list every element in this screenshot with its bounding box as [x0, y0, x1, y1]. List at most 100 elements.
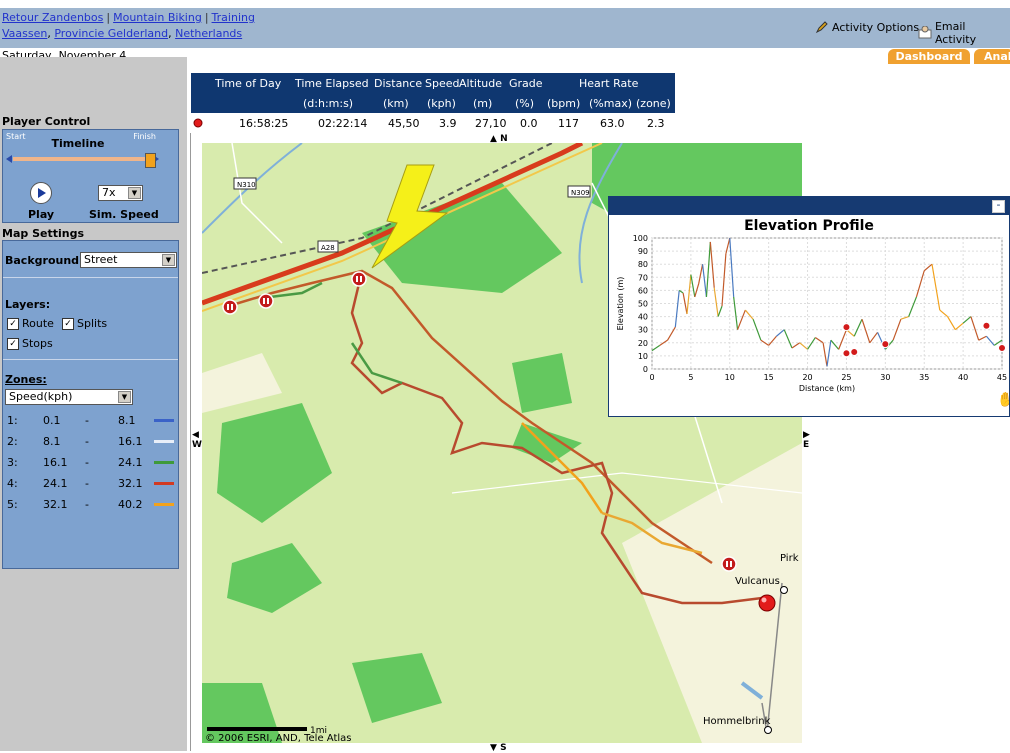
compass-east[interactable]: ▶ E — [803, 430, 810, 450]
chevron-down-icon: ▼ — [162, 254, 175, 266]
y-tick-label: 100 — [633, 234, 648, 243]
player-control-box: Start Finish Timeline 7x ▼ Play Sim. Spe… — [2, 129, 179, 223]
zone-number: 4: — [7, 477, 18, 490]
y-tick-label: 80 — [638, 260, 648, 269]
play-button[interactable] — [30, 182, 52, 204]
sim-speed-select[interactable]: 7x ▼ — [98, 185, 143, 201]
stat-unit-elapsed: (d:h:m:s) — [303, 97, 354, 110]
zone-number: 2: — [7, 435, 18, 448]
zone-row: 3: 16.1 - 24.1 — [7, 456, 177, 470]
crumb-route[interactable]: Retour Zandenbos — [2, 11, 103, 24]
stats-header: Time of Day Time Elapsed Distance Speed … — [191, 73, 675, 113]
layer-stops-label: Stops — [22, 337, 53, 350]
stop-marker-point — [881, 340, 890, 349]
crumb-category[interactable]: Training — [212, 11, 255, 24]
y-tick-label: 10 — [638, 352, 648, 361]
x-tick-label: 10 — [725, 373, 735, 382]
x-tick-label: 20 — [802, 373, 812, 382]
forest-area — [512, 353, 572, 413]
timeline-slider[interactable] — [6, 150, 159, 168]
layer-route[interactable]: ✓ Route — [7, 317, 54, 330]
zones-metric-value: Speed(kph) — [9, 390, 73, 403]
road-label-n309: N309 — [571, 189, 590, 197]
zone-high: 32.1 — [118, 477, 143, 490]
stat-unit-zone: (zone) — [636, 97, 671, 110]
record-indicator-icon — [193, 118, 203, 131]
elevation-profile-window[interactable]: - Elevation Profile 0 10 20 30 40 50 60 70 80 90 1… — [608, 196, 1010, 417]
checkbox-splits[interactable]: ✓ — [62, 318, 74, 330]
stat-unit-altitude: (m) — [473, 97, 493, 110]
x-tick-label: 25 — [841, 373, 851, 382]
stat-grade: 0.0 — [520, 117, 538, 130]
layer-route-label: Route — [22, 317, 54, 330]
stat-bpm: 117 — [558, 117, 579, 130]
road-label-n310: N310 — [237, 181, 256, 189]
y-tick-label: 0 — [643, 365, 648, 374]
map-copyright: © 2006 ESRI, AND, Tele Atlas — [205, 733, 351, 743]
crumb-sport[interactable]: Mountain Biking — [113, 11, 202, 24]
tab-analysis[interactable]: Anal — [974, 49, 1010, 64]
compass-south[interactable]: ▼ S — [490, 743, 507, 753]
stat-speed: 3.9 — [439, 117, 457, 130]
zone-color-swatch — [154, 503, 174, 506]
stop-marker-point — [842, 349, 851, 358]
y-tick-label: 20 — [638, 339, 648, 348]
tab-dashboard[interactable]: Dashboard — [888, 49, 970, 64]
crumb-city[interactable]: Vaassen — [2, 27, 47, 40]
stop-marker[interactable] — [222, 299, 238, 315]
stat-time-of-day: 16:58:25 — [239, 117, 289, 130]
y-tick-label: 50 — [638, 300, 648, 309]
stat-unit-speed: (kph) — [427, 97, 456, 110]
scale-bar — [207, 727, 307, 731]
y-tick-label: 70 — [638, 273, 648, 282]
zone-low: 0.1 — [43, 414, 61, 427]
elevation-title-bar[interactable] — [609, 197, 1009, 215]
zone-high: 8.1 — [118, 414, 136, 427]
crumb-province[interactable]: Provincie Gelderland — [54, 27, 168, 40]
stop-marker-point — [982, 321, 991, 330]
current-position-marker[interactable] — [758, 594, 776, 612]
minimize-button[interactable]: - — [992, 199, 1005, 213]
activity-options-button[interactable]: Activity Options — [815, 20, 919, 34]
layer-stops[interactable]: ✓ Stops — [7, 337, 53, 350]
email-activity-button[interactable]: Email Activity — [918, 20, 1010, 46]
stop-marker[interactable] — [258, 293, 274, 309]
zone-dash: - — [85, 414, 89, 427]
crumb-country[interactable]: Netherlands — [175, 27, 242, 40]
timeline-label: Timeline — [51, 137, 105, 150]
zone-row: 2: 8.1 - 16.1 — [7, 435, 177, 449]
place-dot — [780, 586, 788, 594]
x-tick-label: 5 — [688, 373, 693, 382]
x-tick-label: 35 — [919, 373, 929, 382]
background-label: Background: — [5, 254, 84, 267]
zone-row: 1: 0.1 - 8.1 — [7, 414, 177, 428]
x-axis-label: Distance (km) — [799, 384, 855, 393]
stop-marker[interactable] — [351, 271, 367, 287]
chevron-down-icon: ▼ — [118, 391, 131, 403]
stat-header-speed: Speed — [425, 77, 460, 90]
zone-row: 5: 32.1 - 40.2 — [7, 498, 177, 512]
stop-marker[interactable] — [721, 556, 737, 572]
checkbox-stops[interactable]: ✓ — [7, 338, 19, 350]
road-label-a28: A28 — [321, 244, 335, 252]
checkbox-route[interactable]: ✓ — [7, 318, 19, 330]
hand-cursor-icon: ✋ — [997, 391, 1009, 408]
stop-marker-point — [998, 344, 1006, 353]
place-label-pirk: Pirk — [780, 553, 799, 564]
zone-number: 1: — [7, 414, 18, 427]
zone-low: 16.1 — [43, 456, 68, 469]
stat-unit-pctmax: (%max) — [589, 97, 633, 110]
zones-metric-select[interactable]: Speed(kph) ▼ — [5, 389, 133, 405]
timeline-handle[interactable] — [145, 153, 156, 168]
stat-zone: 2.3 — [647, 117, 665, 130]
stat-unit-distance: (km) — [383, 97, 409, 110]
compass-west[interactable]: ◀ W — [192, 430, 202, 450]
zone-low: 32.1 — [43, 498, 68, 511]
chevron-down-icon: ▼ — [128, 187, 141, 199]
layer-splits[interactable]: ✓ Splits — [62, 317, 107, 330]
background-select[interactable]: Street ▼ — [80, 252, 177, 268]
zone-number: 3: — [7, 456, 18, 469]
stat-pctmax: 63.0 — [600, 117, 625, 130]
zone-color-swatch — [154, 461, 174, 464]
y-tick-label: 60 — [638, 286, 648, 295]
